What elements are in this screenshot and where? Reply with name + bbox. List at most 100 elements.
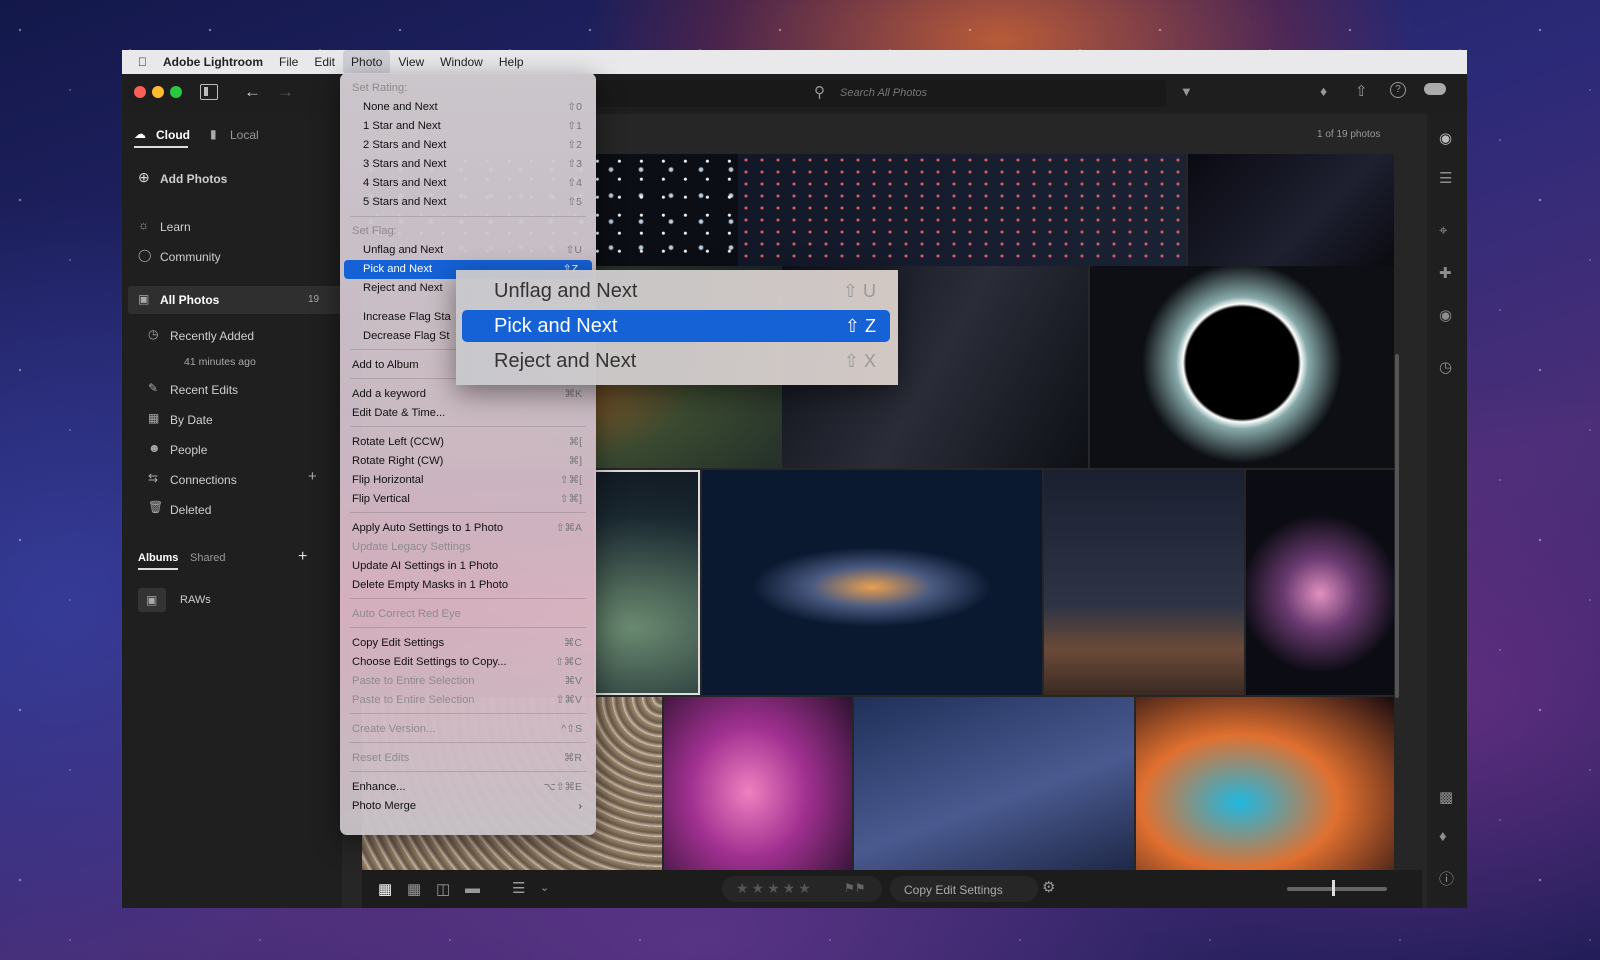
star-icons[interactable]: ★★★★★: [736, 880, 814, 897]
photo-thumb[interactable]: [1090, 266, 1394, 468]
chevron-down-icon[interactable]: ⌄: [540, 881, 549, 894]
comment-icon[interactable]: ▩: [1439, 788, 1453, 806]
by-date-item[interactable]: By Date: [170, 413, 213, 427]
bell-icon[interactable]: ♦: [1320, 83, 1327, 99]
menu-item-delete-masks[interactable]: Delete Empty Masks in 1 Photo: [340, 576, 596, 595]
menu-help[interactable]: Help: [491, 50, 532, 74]
menu-item-4-stars[interactable]: 4 Stars and Next ⇧4: [340, 174, 596, 193]
menu-item-photo-merge[interactable]: Photo Merge ›: [340, 797, 596, 816]
submenu-item-reject[interactable]: Reject and Next ⇧ X: [462, 345, 890, 377]
masking-icon[interactable]: ◉: [1439, 306, 1452, 324]
menu-separator: [350, 426, 586, 427]
tab-cloud[interactable]: Cloud: [156, 128, 190, 142]
menu-app-name[interactable]: Adobe Lightroom: [155, 50, 271, 74]
cloud-sync-icon[interactable]: [1424, 83, 1446, 95]
thumbnail-size-slider[interactable]: [1287, 887, 1387, 891]
back-arrow-icon[interactable]: ←: [244, 82, 261, 102]
copy-edit-settings-button[interactable]: Copy Edit Settings: [890, 876, 1038, 902]
gear-icon[interactable]: ⚙: [1042, 878, 1055, 896]
menu-photo[interactable]: Photo: [343, 50, 391, 74]
filter-icon[interactable]: ▼: [1180, 84, 1193, 99]
photo-thumb[interactable]: [1246, 470, 1394, 695]
menu-item-rotate-right[interactable]: Rotate Right (CW) ⌘]: [340, 452, 596, 471]
compare-view-icon[interactable]: ◫: [436, 880, 450, 898]
slider-handle[interactable]: [1332, 880, 1335, 896]
help-icon[interactable]: ?: [1390, 82, 1406, 98]
person-icon: ☻: [148, 441, 161, 455]
tab-shared[interactable]: Shared: [190, 552, 225, 564]
menu-view[interactable]: View: [390, 50, 432, 74]
add-photos-button[interactable]: Add Photos: [160, 172, 227, 186]
tag-icon[interactable]: ♦: [1439, 828, 1447, 845]
menu-item-copy-edit[interactable]: Copy Edit Settings ⌘C: [340, 634, 596, 653]
menu-item-none-and-next[interactable]: None and Next ⇧0: [340, 98, 596, 117]
menu-item-edit-date[interactable]: Edit Date & Time...: [340, 404, 596, 423]
grid-view-icon[interactable]: ▦: [378, 880, 392, 898]
menu-item-2-stars[interactable]: 2 Stars and Next ⇧2: [340, 136, 596, 155]
deleted-item[interactable]: Deleted: [170, 503, 211, 517]
menu-item-enhance[interactable]: Enhance... ⌥⇧⌘E: [340, 778, 596, 797]
menu-item-unflag[interactable]: Unflag and Next ⇧U: [340, 241, 596, 260]
photo-thumb[interactable]: [1188, 154, 1394, 266]
crop-icon[interactable]: ⌖: [1439, 222, 1447, 239]
recent-edits-item[interactable]: Recent Edits: [170, 383, 238, 397]
sidebar-toggle-icon[interactable]: [200, 84, 218, 100]
healing-icon[interactable]: ✚: [1439, 264, 1452, 282]
menu-item-choose-edit[interactable]: Choose Edit Settings to Copy... ⇧⌘C: [340, 653, 596, 672]
close-window-button[interactable]: [134, 86, 146, 98]
album-raws[interactable]: RAWs: [180, 594, 211, 606]
people-item[interactable]: People: [170, 443, 207, 457]
menu-item-5-stars[interactable]: 5 Stars and Next ⇧5: [340, 193, 596, 212]
info-icon[interactable]: ⓘ: [1439, 868, 1454, 889]
sort-icon[interactable]: ☰: [512, 879, 525, 897]
trash-icon: 🗑: [148, 500, 164, 514]
forward-arrow-icon[interactable]: →: [277, 82, 294, 102]
adjust-icon[interactable]: ☰: [1439, 169, 1452, 187]
menu-item-1-star[interactable]: 1 Star and Next ⇧1: [340, 117, 596, 136]
menu-edit[interactable]: Edit: [306, 50, 343, 74]
minimize-window-button[interactable]: [152, 86, 164, 98]
submenu-item-pick-and-next[interactable]: Pick and Next ⇧ Z: [462, 310, 890, 342]
presets-icon[interactable]: ◉: [1439, 129, 1452, 147]
menu-window[interactable]: Window: [432, 50, 491, 74]
menu-item-update-ai[interactable]: Update AI Settings in 1 Photo: [340, 557, 596, 576]
recent-time-item[interactable]: 41 minutes ago: [184, 356, 256, 368]
submenu-item-unflag[interactable]: Unflag and Next ⇧ U: [462, 275, 890, 307]
menu-file[interactable]: File: [271, 50, 306, 74]
add-photos-icon[interactable]: ⊕: [138, 169, 150, 186]
detail-view-icon[interactable]: ▬: [465, 880, 480, 897]
selected-photo-frame[interactable]: [594, 470, 700, 695]
add-connection-icon[interactable]: +: [308, 468, 317, 485]
grid-scrollbar[interactable]: [1395, 354, 1399, 698]
search-input[interactable]: Search All Photos: [840, 87, 927, 99]
flag-icons[interactable]: ⚑⚑: [844, 881, 866, 895]
photo-thumb[interactable]: [738, 154, 1186, 266]
community-link[interactable]: Community: [160, 250, 221, 264]
tab-albums[interactable]: Albums: [138, 552, 178, 564]
menu-item-auto-settings[interactable]: Apply Auto Settings to 1 Photo ⇧⌘A: [340, 519, 596, 538]
menu-item-flip-vertical[interactable]: Flip Vertical ⇧⌘]: [340, 490, 596, 509]
all-photos-item[interactable]: ▣ All Photos 19: [128, 286, 342, 314]
menu-item-3-stars[interactable]: 3 Stars and Next ⇧3: [340, 155, 596, 174]
search-box[interactable]: ⚲ Search All Photos: [596, 80, 1166, 107]
menu-separator: [350, 512, 586, 513]
tab-local[interactable]: Local: [230, 128, 259, 142]
photo-thumb[interactable]: [1044, 470, 1244, 695]
history-icon[interactable]: ◷: [1439, 358, 1452, 376]
menu-item-flip-horizontal[interactable]: Flip Horizontal ⇧⌘[: [340, 471, 596, 490]
rating-stars[interactable]: ★★★★★ ⚑⚑: [722, 876, 882, 902]
label: Copy Edit Settings: [352, 637, 445, 649]
menu-item-rotate-left[interactable]: Rotate Left (CCW) ⌘[: [340, 433, 596, 452]
add-album-icon[interactable]: +: [298, 548, 307, 566]
photo-thumb[interactable]: [702, 470, 1042, 695]
learn-link[interactable]: Learn: [160, 220, 191, 234]
label: 3 Stars and Next: [363, 158, 447, 170]
share-icon[interactable]: ⇧: [1355, 82, 1368, 100]
apple-icon[interactable]: : [130, 50, 155, 74]
recently-added-item[interactable]: Recently Added: [170, 329, 254, 343]
square-grid-icon[interactable]: ▦: [407, 880, 421, 898]
connections-item[interactable]: Connections: [170, 473, 237, 487]
menu-item-add-keyword[interactable]: Add a keyword ⌘K: [340, 385, 596, 404]
zoom-window-button[interactable]: [170, 86, 182, 98]
label: Photo Merge: [352, 800, 417, 812]
